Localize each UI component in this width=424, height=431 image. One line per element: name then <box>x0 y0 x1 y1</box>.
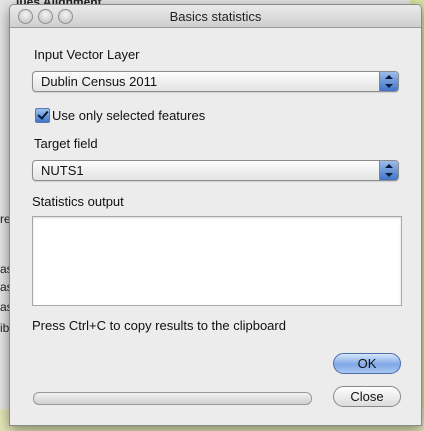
target-field-value: NUTS1 <box>41 163 84 178</box>
copy-hint-text: Press Ctrl+C to copy results to the clip… <box>32 318 286 333</box>
statistics-output-label: Statistics output <box>32 194 124 209</box>
statistics-output-textarea[interactable] <box>32 216 402 306</box>
window-title: Basics statistics <box>169 9 262 24</box>
title-bar[interactable]: Basics statistics <box>10 5 421 28</box>
progress-bar <box>33 392 312 405</box>
input-layer-select[interactable]: Dublin Census 2011 <box>32 71 399 92</box>
updown-arrows-icon <box>379 72 398 91</box>
updown-arrows-icon <box>379 161 398 180</box>
target-field-label: Target field <box>34 136 98 151</box>
target-field-select[interactable]: NUTS1 <box>32 160 399 181</box>
ok-button[interactable]: OK <box>333 353 401 374</box>
input-layer-value: Dublin Census 2011 <box>41 74 158 89</box>
close-button[interactable]: Close <box>333 386 401 407</box>
selected-features-checkbox[interactable] <box>35 108 50 123</box>
selected-features-label[interactable]: Use only selected features <box>52 108 205 123</box>
input-layer-label: Input Vector Layer <box>34 47 140 62</box>
basic-statistics-dialog: Basics statistics Input Vector Layer Dub… <box>9 4 422 426</box>
background-left-text: ib <box>0 321 10 335</box>
